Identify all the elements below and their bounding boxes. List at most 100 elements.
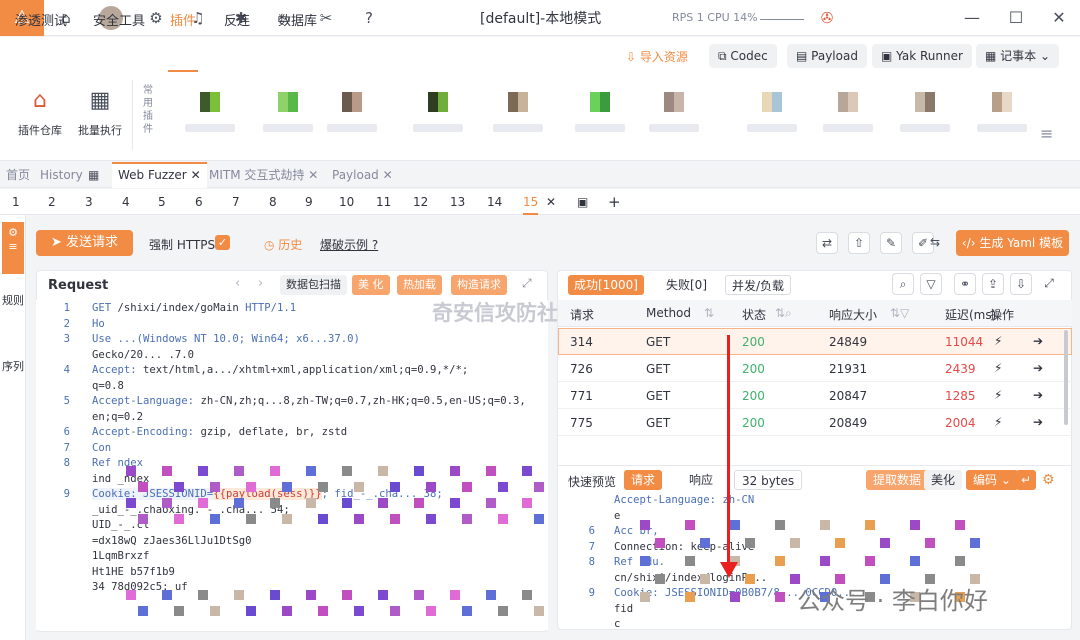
swap-icon[interactable]: ⇆ bbox=[924, 232, 946, 254]
menu-security-tools[interactable]: 安全工具 bbox=[93, 10, 145, 29]
extract-data-button[interactable]: 提取数据 bbox=[866, 470, 929, 490]
lightning-icon[interactable]: ⚡ bbox=[994, 388, 1002, 402]
codec-button[interactable]: ⧉ Codec bbox=[709, 44, 777, 68]
menu-reverse[interactable]: 反连 bbox=[224, 10, 250, 29]
sidebar-rules[interactable]: 规则 bbox=[2, 294, 24, 308]
request-editor[interactable]: 1 GET /shixi/index/goMain HTTP/1.1 2 Ho 3 Use… bbox=[36, 300, 548, 630]
fuzzer-tab-1[interactable]: 1 bbox=[12, 189, 20, 215]
link-icon[interactable]: ⚭ bbox=[954, 273, 976, 295]
yak-runner-button[interactable]: ▣ Yak Runner bbox=[872, 44, 972, 68]
plugin-icon[interactable] bbox=[200, 92, 220, 112]
notebook-button[interactable]: ▦ 记事本 ⌄ bbox=[976, 44, 1060, 68]
plugin-icon[interactable] bbox=[342, 92, 362, 112]
fuzzer-tab-11[interactable]: 11 bbox=[376, 189, 391, 215]
force-https-checkbox[interactable]: ✓ bbox=[215, 235, 230, 250]
plugin-icon[interactable] bbox=[508, 92, 528, 112]
fuzzer-tab-12[interactable]: 12 bbox=[413, 189, 428, 215]
fuzzer-tab-9[interactable]: 9 bbox=[305, 189, 313, 215]
plugin-icon[interactable] bbox=[590, 92, 610, 112]
lightning-icon[interactable]: ⚡ bbox=[994, 334, 1002, 348]
payload-button[interactable]: ▤ Payload bbox=[787, 44, 867, 68]
tab-history[interactable]: History bbox=[34, 162, 89, 188]
close-icon[interactable]: ✕ bbox=[191, 168, 201, 182]
lightning-icon[interactable]: ⚡ bbox=[994, 361, 1002, 375]
minimize-icon[interactable]: — bbox=[960, 6, 984, 30]
preview-beautify-button[interactable]: 美化 bbox=[924, 470, 963, 490]
settings-icon[interactable]: ⚙ bbox=[1042, 472, 1055, 488]
plugin-icon[interactable] bbox=[915, 92, 935, 112]
col-method[interactable]: Method bbox=[646, 306, 691, 320]
menu-database[interactable]: 数据库 bbox=[278, 10, 317, 29]
fuzzer-tab-2[interactable]: 2 bbox=[48, 189, 56, 215]
fuzzer-tab-13[interactable]: 13 bbox=[450, 189, 465, 215]
col-delay[interactable]: 延迟(ms) bbox=[945, 306, 996, 323]
menu-pentest[interactable]: 渗透测试 bbox=[15, 10, 67, 29]
goto-icon[interactable]: ➔ bbox=[1033, 334, 1043, 348]
upload-icon[interactable]: ⇪ bbox=[982, 273, 1004, 295]
plugin-icon[interactable] bbox=[992, 92, 1012, 112]
plugin-store-button[interactable]: ⌂ 插件仓库 bbox=[14, 85, 66, 138]
search-icon[interactable]: ⌕ bbox=[892, 273, 914, 295]
history-button[interactable]: ◷ 历史 bbox=[264, 236, 302, 253]
fuzzer-tab-3[interactable]: 3 bbox=[85, 189, 93, 215]
sort-icon[interactable]: ⇅ bbox=[704, 306, 714, 320]
fuzzer-tab-7[interactable]: 7 bbox=[232, 189, 240, 215]
plugin-icon[interactable] bbox=[428, 92, 448, 112]
plugin-icon[interactable] bbox=[838, 92, 858, 112]
goto-icon[interactable]: ➔ bbox=[1033, 388, 1043, 402]
download-icon[interactable]: ⇩ bbox=[1010, 273, 1032, 295]
wrap-icon[interactable]: ↵ bbox=[1016, 470, 1037, 490]
preview-request-tab[interactable]: 请求 bbox=[624, 470, 663, 490]
export-icon[interactable]: ⇧ bbox=[848, 232, 870, 254]
fuzzer-tab-14[interactable]: 14 bbox=[487, 189, 502, 215]
menu-plugins[interactable]: 插件 bbox=[170, 10, 196, 29]
tab-fail[interactable]: 失败[0] bbox=[660, 275, 713, 295]
scrollbar[interactable] bbox=[1064, 330, 1068, 425]
expand-icon[interactable]: ⤢ bbox=[1038, 273, 1060, 295]
beautify-button[interactable]: 美 化 bbox=[352, 275, 390, 295]
goto-icon[interactable]: ➔ bbox=[1033, 415, 1043, 429]
share-icon[interactable]: ⇄ bbox=[816, 232, 838, 254]
filter-icon[interactable]: ▽ bbox=[920, 273, 942, 295]
sort-search-icon[interactable]: ⇅⌕ bbox=[775, 306, 792, 321]
sort-filter-icon[interactable]: ⇅▽ bbox=[890, 306, 909, 320]
calendar-icon[interactable]: ▦ bbox=[82, 162, 105, 188]
plugin-icon[interactable] bbox=[664, 92, 684, 112]
tab-web-fuzzer[interactable]: Web Fuzzer ✕ bbox=[112, 162, 207, 188]
fuzzer-tab-4[interactable]: 4 bbox=[122, 189, 130, 215]
fuzzer-tab-15[interactable]: 15 bbox=[523, 189, 539, 215]
lightning-icon[interactable]: ⚡ bbox=[994, 415, 1002, 429]
import-resource-button[interactable]: ⇩ 导入资源 bbox=[626, 48, 688, 65]
col-size[interactable]: 响应大小 bbox=[829, 306, 877, 323]
edit-icon[interactable]: ✎ bbox=[880, 232, 902, 254]
gear-icon[interactable]: ⚙ bbox=[144, 6, 168, 30]
sidebar-sequence[interactable]: 序列 bbox=[2, 360, 24, 374]
hotload-button[interactable]: 热加载 bbox=[397, 275, 442, 295]
encode-dropdown[interactable]: 编码 ⌄ bbox=[966, 470, 1018, 490]
fuzzer-tab-5[interactable]: 5 bbox=[158, 189, 166, 215]
fuzzer-tab-8[interactable]: 8 bbox=[269, 189, 277, 215]
save-icon[interactable]: ▣ bbox=[577, 189, 588, 215]
maximize-icon[interactable]: ☐ bbox=[1004, 6, 1028, 30]
prev-icon[interactable]: ‹ bbox=[235, 276, 240, 291]
preview-response-tab[interactable]: 响应 bbox=[682, 470, 720, 490]
goto-icon[interactable]: ➔ bbox=[1033, 361, 1043, 375]
close-icon[interactable]: ✕ bbox=[546, 189, 556, 215]
packet-scan-button[interactable]: 数据包扫描 bbox=[280, 275, 347, 295]
tab-mitm[interactable]: MITM 交互式劫持 ✕ bbox=[203, 162, 324, 188]
help-icon[interactable]: ? bbox=[357, 6, 381, 30]
engine-icon[interactable]: ✇ bbox=[815, 6, 839, 30]
close-icon[interactable]: ✕ bbox=[1047, 6, 1071, 30]
fuzzer-tab-10[interactable]: 10 bbox=[339, 189, 354, 215]
col-status[interactable]: 状态 bbox=[742, 306, 766, 323]
generate-yaml-button[interactable]: ‹/› 生成 Yaml 模板 bbox=[956, 230, 1069, 256]
tab-concurrency[interactable]: 并发/负载 bbox=[725, 275, 792, 295]
close-icon[interactable]: ✕ bbox=[383, 168, 393, 182]
tab-home[interactable]: 首页 bbox=[0, 162, 36, 188]
sidebar-config[interactable]: ⚙ ≡ bbox=[2, 222, 24, 274]
brute-example-link[interactable]: 爆破示例 ? bbox=[320, 236, 378, 253]
send-request-button[interactable]: ➤ 发送请求 bbox=[36, 230, 133, 256]
plugin-icon[interactable] bbox=[762, 92, 782, 112]
add-tab-icon[interactable]: + bbox=[608, 189, 621, 215]
tab-success[interactable]: 成功[1000] bbox=[568, 275, 644, 295]
